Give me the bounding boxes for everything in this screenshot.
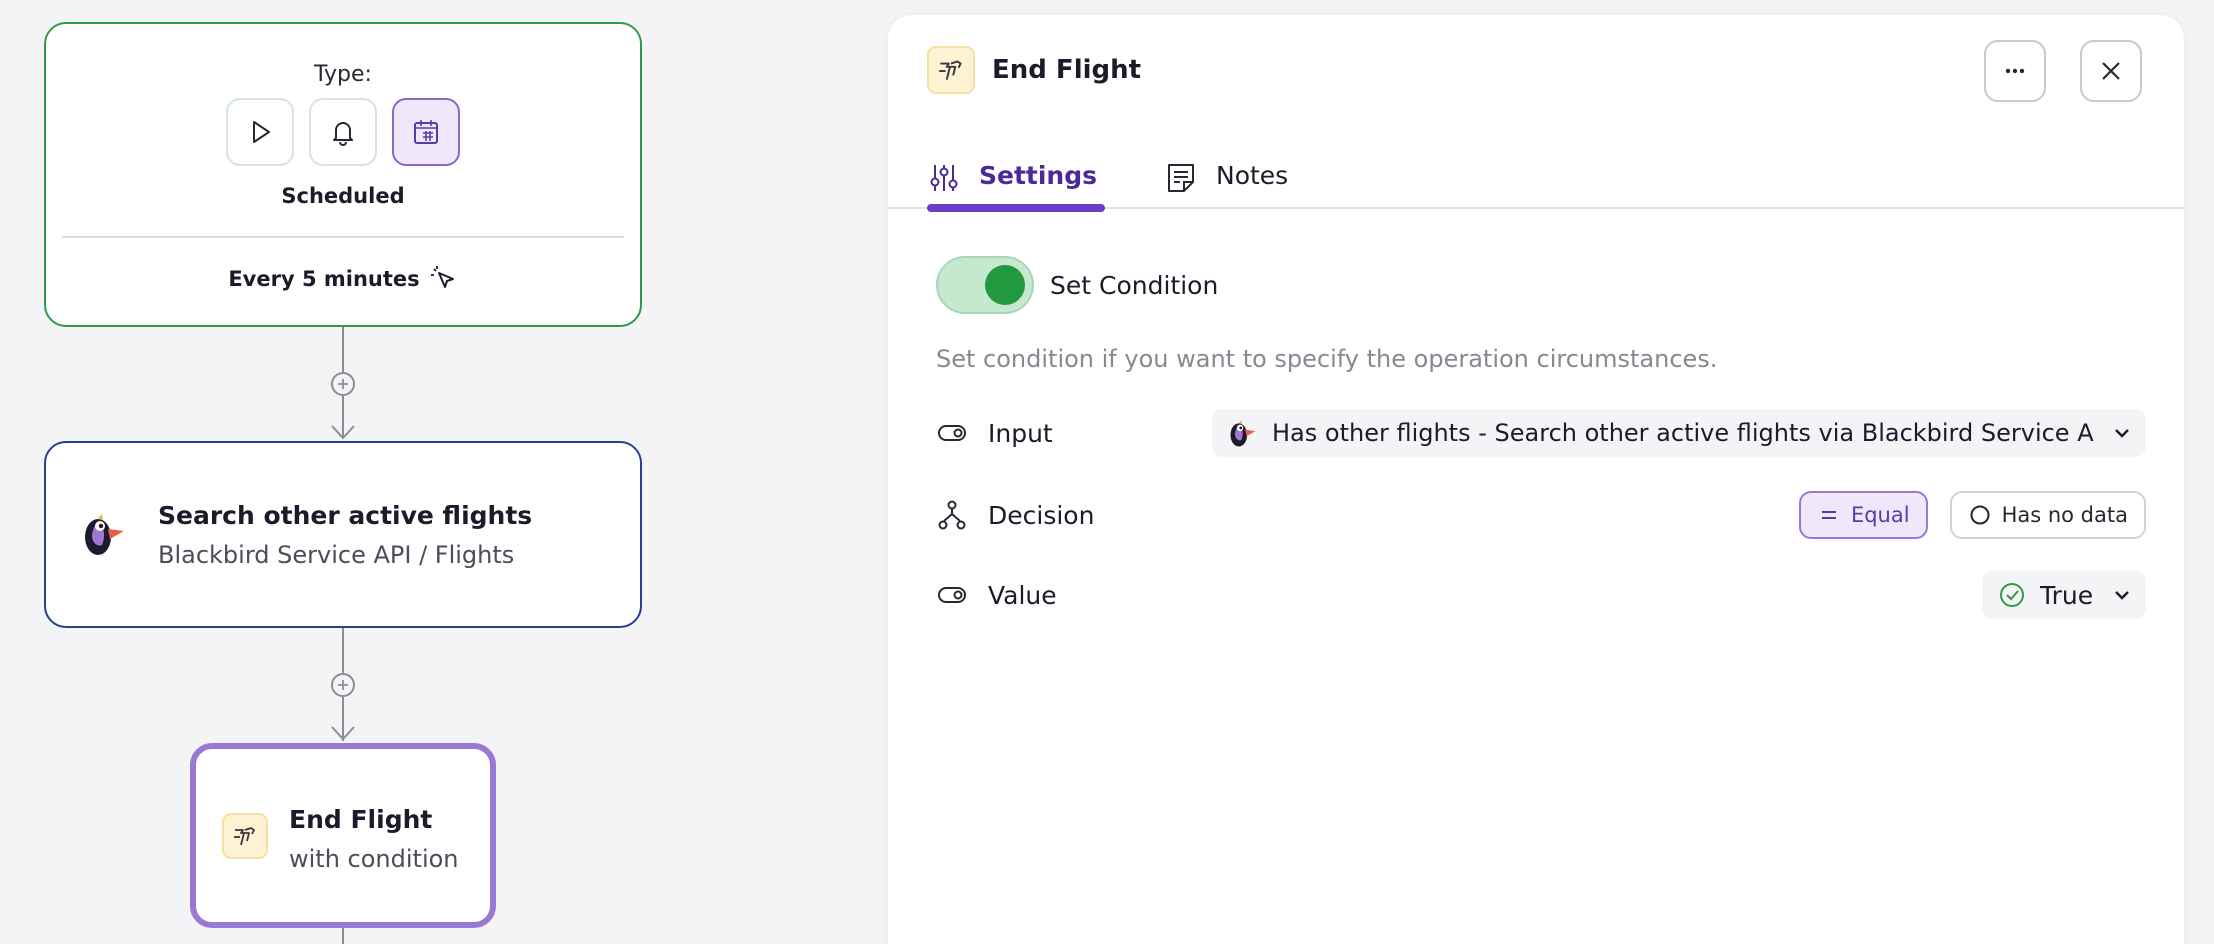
flag-icon	[234, 827, 255, 846]
schedule-text: Every 5 minutes	[228, 267, 420, 291]
input-label-text: Input	[988, 418, 1053, 448]
action-title: Search other active flights	[158, 501, 533, 530]
trigger-selected-type: Scheduled	[281, 184, 405, 208]
type-manual-button[interactable]	[226, 98, 294, 166]
decision-has-no-data-option[interactable]: Has no data	[1949, 491, 2146, 539]
set-condition-row: Set Condition	[936, 256, 1218, 314]
chevron-down-icon	[2115, 429, 2129, 438]
trigger-schedule[interactable]: Every 5 minutes	[46, 264, 640, 294]
tab-settings-label: Settings	[979, 161, 1098, 190]
toggle-switch-icon	[938, 425, 966, 441]
chevron-down-icon	[2115, 591, 2129, 600]
decision-label-text: Decision	[988, 500, 1095, 530]
settings-panel: End Flight Settings Notes Set Condition …	[888, 15, 2184, 944]
flow-canvas: Type: Scheduled Every 5 minutes Search o…	[0, 0, 880, 944]
value-select-value: True	[2040, 580, 2094, 610]
end-flight-icon	[222, 813, 268, 859]
plus-icon	[338, 379, 348, 389]
toggle-knob	[985, 265, 1025, 305]
trigger-type-label: Type:	[314, 62, 372, 87]
divider	[62, 236, 624, 238]
connector-line	[342, 327, 344, 373]
close-icon	[2102, 62, 2120, 80]
sliders-icon	[930, 165, 958, 191]
value-field-row: Value True	[936, 571, 2146, 621]
type-event-button[interactable]	[309, 98, 377, 166]
close-panel-button[interactable]	[2080, 40, 2142, 102]
panel-end-flight-icon	[927, 46, 975, 94]
connector-line	[342, 628, 344, 674]
calendar-icon	[414, 120, 438, 144]
condition-help-text: Set condition if you want to specify the…	[936, 345, 1718, 373]
tab-settings[interactable]: Settings	[927, 161, 1106, 212]
input-field-row: Input Has other flights - Search other a…	[936, 409, 2146, 459]
panel-title: End Flight	[992, 55, 1142, 85]
end-flight-subtitle: with condition	[289, 845, 459, 873]
decision-field-row: Decision Equal Has no data	[936, 491, 2146, 541]
tab-notes[interactable]: Notes	[1164, 161, 1288, 209]
decision-equal-label: Equal	[1850, 503, 1910, 527]
notes-icon	[1168, 164, 1194, 192]
check-circle-icon	[2000, 583, 2024, 607]
tab-notes-label: Notes	[1216, 161, 1289, 190]
arrow-down-icon	[331, 726, 355, 741]
more-horizontal-icon	[2005, 68, 2025, 74]
value-label-text: Value	[988, 580, 1057, 610]
input-select-value: Has other flights - Search other active …	[1272, 419, 2096, 447]
active-tab-indicator	[927, 204, 1106, 212]
arrow-down-icon	[331, 425, 355, 440]
panel-tabs: Settings Notes	[888, 135, 2184, 212]
set-condition-toggle[interactable]	[936, 256, 1034, 314]
action-subtitle: Blackbird Service API / Flights	[158, 541, 515, 569]
play-icon	[253, 121, 270, 143]
blackbird-logo-icon	[1230, 420, 1256, 447]
type-scheduled-button[interactable]	[392, 98, 460, 166]
decision-options: Equal Has no data	[1798, 491, 2146, 539]
trigger-card[interactable]: Type: Scheduled Every 5 minutes	[44, 22, 642, 327]
connector-line	[342, 928, 344, 944]
add-step-button[interactable]	[331, 673, 355, 697]
value-select[interactable]: True	[1982, 571, 2146, 619]
cursor-click-icon	[430, 266, 454, 288]
plus-icon	[338, 680, 348, 690]
decision-label: Decision	[936, 499, 1094, 531]
input-label: Input	[936, 417, 1053, 449]
decision-has-no-data-label: Has no data	[2001, 503, 2128, 527]
input-select[interactable]: Has other flights - Search other active …	[1212, 409, 2146, 457]
flag-icon	[939, 60, 962, 80]
bell-icon	[333, 122, 353, 146]
radio-empty-icon	[1970, 505, 1990, 525]
end-flight-title: End Flight	[289, 805, 433, 834]
end-flight-card[interactable]: End Flight with condition	[190, 743, 496, 928]
blackbird-logo-icon	[85, 514, 124, 555]
toggle-switch-icon	[938, 587, 966, 603]
more-options-button[interactable]	[1984, 40, 2046, 102]
add-step-button[interactable]	[331, 372, 355, 396]
action-card[interactable]: Search other active flights Blackbird Se…	[44, 441, 642, 628]
branch-icon	[938, 500, 966, 530]
trigger-type-buttons	[46, 98, 640, 166]
set-condition-label: Set Condition	[1050, 270, 1219, 300]
equals-icon	[1821, 511, 1836, 519]
value-label: Value	[936, 579, 1057, 611]
decision-equal-option[interactable]: Equal	[1798, 491, 1928, 539]
